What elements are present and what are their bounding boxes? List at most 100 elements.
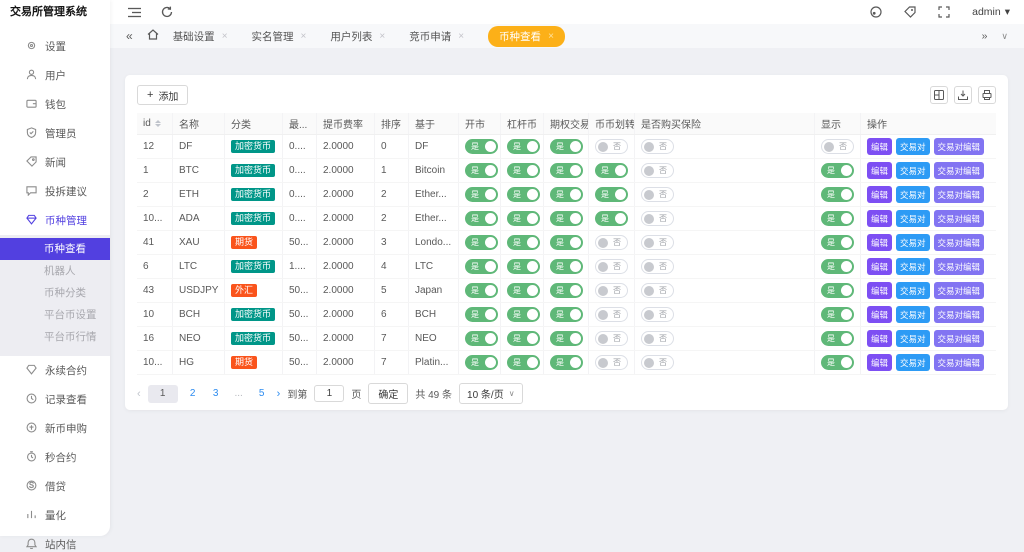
trading-pair-edit-button[interactable]: 交易对编辑 xyxy=(933,306,985,323)
trading-pair-edit-button[interactable]: 交易对编辑 xyxy=(933,210,985,227)
sidebar-item[interactable]: 钱包 xyxy=(0,90,110,119)
edit-button[interactable]: 编辑 xyxy=(867,306,893,323)
toggle-transfer[interactable]: 是 xyxy=(595,163,628,178)
trading-pair-edit-button[interactable]: 交易对编辑 xyxy=(933,138,985,155)
columns-setting-icon[interactable] xyxy=(930,86,948,104)
toggle-insurance[interactable]: 否 xyxy=(641,283,674,298)
toggle-transfer[interactable]: 是 xyxy=(595,211,628,226)
sidebar-subitem[interactable]: 平台币行情 xyxy=(0,326,110,348)
sidebar-item[interactable]: 新闻 xyxy=(0,148,110,177)
jump-page-input[interactable] xyxy=(314,385,345,402)
tab[interactable]: 竞币申请 × xyxy=(409,29,464,44)
toggle-open-market[interactable]: 是 xyxy=(465,163,498,178)
toggle-leverage[interactable]: 是 xyxy=(507,331,540,346)
tab[interactable]: 基础设置 × xyxy=(173,29,228,44)
close-tab-icon[interactable]: × xyxy=(548,31,554,42)
trading-pair-edit-button[interactable]: 交易对编辑 xyxy=(933,234,985,251)
sidebar-subitem[interactable]: 币种查看 xyxy=(0,238,110,260)
trading-pair-edit-button[interactable]: 交易对编辑 xyxy=(933,186,985,203)
print-icon[interactable] xyxy=(978,86,996,104)
tab[interactable]: 实名管理 × xyxy=(252,29,307,44)
toggle-leverage[interactable]: 是 xyxy=(507,235,540,250)
page-number[interactable]: 3 xyxy=(208,385,224,403)
sidebar-subitem[interactable]: 币种分类 xyxy=(0,282,110,304)
trading-pair-button[interactable]: 交易对 xyxy=(896,186,930,203)
toggle-options[interactable]: 是 xyxy=(550,187,583,202)
next-page-icon[interactable]: › xyxy=(277,388,281,400)
toggle-insurance[interactable]: 否 xyxy=(641,163,674,178)
edit-button[interactable]: 编辑 xyxy=(867,234,893,251)
sidebar-item[interactable]: 管理员 xyxy=(0,119,110,148)
sidebar-item[interactable]: 永续合约 xyxy=(0,356,110,385)
sidebar-item[interactable]: 用户 xyxy=(0,61,110,90)
home-tab-icon[interactable] xyxy=(147,29,159,43)
confirm-jump-button[interactable]: 确定 xyxy=(368,383,409,404)
toggle-leverage[interactable]: 是 xyxy=(507,139,540,154)
tab[interactable]: 用户列表 × xyxy=(330,29,385,44)
trading-pair-button[interactable]: 交易对 xyxy=(896,330,930,347)
toggle-leverage[interactable]: 是 xyxy=(507,355,540,370)
toggle-open-market[interactable]: 是 xyxy=(465,235,498,250)
toggle-open-market[interactable]: 是 xyxy=(465,259,498,274)
export-icon[interactable] xyxy=(954,86,972,104)
edit-button[interactable]: 编辑 xyxy=(867,330,893,347)
toggle-options[interactable]: 是 xyxy=(550,211,583,226)
toggle-display[interactable]: 是 xyxy=(821,259,854,274)
toggle-display[interactable]: 是 xyxy=(821,307,854,322)
edit-button[interactable]: 编辑 xyxy=(867,282,893,299)
trading-pair-button[interactable]: 交易对 xyxy=(896,306,930,323)
toggle-insurance[interactable]: 否 xyxy=(641,331,674,346)
toggle-options[interactable]: 是 xyxy=(550,163,583,178)
toggle-options[interactable]: 是 xyxy=(550,355,583,370)
tabs-scroll-right-icon[interactable]: » xyxy=(982,30,988,42)
trading-pair-button[interactable]: 交易对 xyxy=(896,282,930,299)
toggle-leverage[interactable]: 是 xyxy=(507,163,540,178)
edit-button[interactable]: 编辑 xyxy=(867,138,893,155)
tab-active[interactable]: 币种查看 × xyxy=(488,25,565,47)
toggle-open-market[interactable]: 是 xyxy=(465,187,498,202)
close-tab-icon[interactable]: × xyxy=(301,31,307,42)
toggle-insurance[interactable]: 否 xyxy=(641,307,674,322)
edit-button[interactable]: 编辑 xyxy=(867,162,893,179)
sidebar-item[interactable]: 币种管理 xyxy=(0,206,110,235)
tabs-menu-icon[interactable]: ∨ xyxy=(1001,31,1008,42)
theme-palette-icon[interactable] xyxy=(870,6,882,18)
toggle-leverage[interactable]: 是 xyxy=(507,211,540,226)
trading-pair-button[interactable]: 交易对 xyxy=(896,354,930,371)
toggle-open-market[interactable]: 是 xyxy=(465,355,498,370)
prev-page-icon[interactable]: ‹ xyxy=(137,388,141,400)
toggle-options[interactable]: 是 xyxy=(550,283,583,298)
toggle-insurance[interactable]: 否 xyxy=(641,235,674,250)
refresh-icon[interactable] xyxy=(161,6,173,18)
trading-pair-button[interactable]: 交易对 xyxy=(896,162,930,179)
toggle-leverage[interactable]: 是 xyxy=(507,187,540,202)
close-tab-icon[interactable]: × xyxy=(458,31,464,42)
trading-pair-edit-button[interactable]: 交易对编辑 xyxy=(933,330,985,347)
close-tab-icon[interactable]: × xyxy=(379,31,385,42)
fullscreen-icon[interactable] xyxy=(938,6,950,18)
toggle-display[interactable]: 是 xyxy=(821,187,854,202)
trading-pair-edit-button[interactable]: 交易对编辑 xyxy=(933,162,985,179)
toggle-open-market[interactable]: 是 xyxy=(465,307,498,322)
edit-button[interactable]: 编辑 xyxy=(867,354,893,371)
trading-pair-edit-button[interactable]: 交易对编辑 xyxy=(933,282,985,299)
toggle-leverage[interactable]: 是 xyxy=(507,283,540,298)
toggle-options[interactable]: 是 xyxy=(550,259,583,274)
toggle-insurance[interactable]: 否 xyxy=(641,355,674,370)
toggle-transfer[interactable]: 否 xyxy=(595,307,628,322)
edit-button[interactable]: 编辑 xyxy=(867,258,893,275)
close-tab-icon[interactable]: × xyxy=(222,31,228,42)
sort-icon[interactable] xyxy=(154,120,161,127)
toggle-transfer[interactable]: 否 xyxy=(595,331,628,346)
collapse-sidebar-icon[interactable] xyxy=(128,7,141,18)
toggle-display[interactable]: 是 xyxy=(821,355,854,370)
edit-button[interactable]: 编辑 xyxy=(867,186,893,203)
toggle-options[interactable]: 是 xyxy=(550,307,583,322)
toggle-options[interactable]: 是 xyxy=(550,139,583,154)
user-menu[interactable]: admin ▾ xyxy=(972,6,1010,18)
toggle-leverage[interactable]: 是 xyxy=(507,307,540,322)
sidebar-item[interactable]: 站内信 xyxy=(0,530,110,552)
trading-pair-button[interactable]: 交易对 xyxy=(896,210,930,227)
trading-pair-button[interactable]: 交易对 xyxy=(896,234,930,251)
page-number[interactable]: 2 xyxy=(185,385,201,403)
